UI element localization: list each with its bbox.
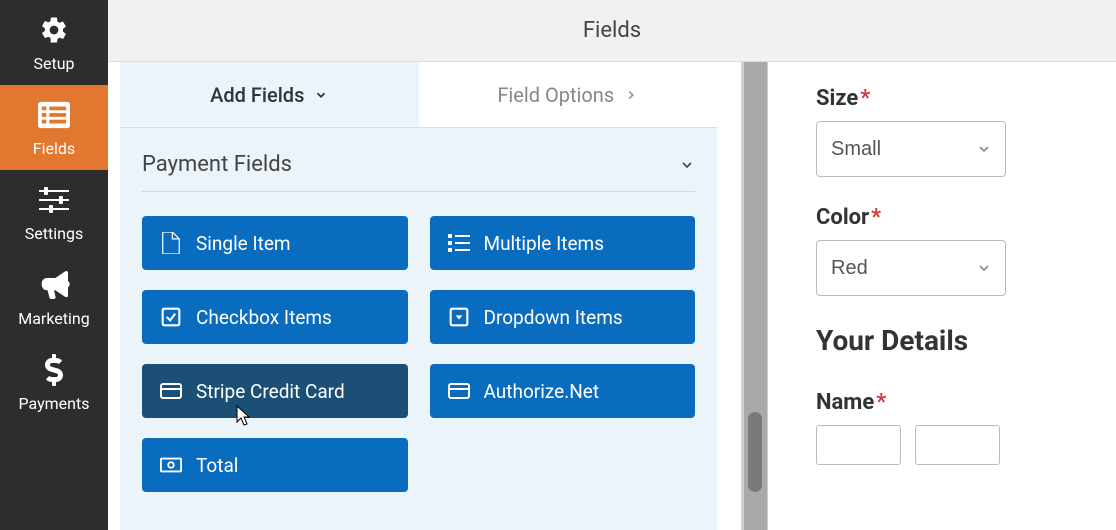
sidebar: Setup Fields Settings Marketing Payments: [0, 0, 108, 530]
sidebar-item-fields[interactable]: Fields: [0, 85, 108, 170]
field-multiple-items[interactable]: Multiple Items: [430, 216, 696, 270]
scrollbar[interactable]: [744, 62, 768, 530]
mouse-cursor-icon: [232, 404, 250, 428]
list-icon: [448, 232, 470, 254]
sidebar-item-label: Fields: [33, 139, 75, 158]
section-title: Payment Fields: [142, 152, 292, 177]
form-group-size: Size* Small: [816, 86, 1076, 177]
builder-panel: Add Fields Field Options Paymen: [108, 62, 744, 530]
field-stripe-credit-card[interactable]: Stripe Credit Card: [142, 364, 408, 418]
sidebar-item-setup[interactable]: Setup: [0, 0, 108, 85]
money-icon: [160, 454, 182, 476]
chevron-down-icon: [679, 157, 695, 173]
sidebar-item-label: Marketing: [18, 309, 89, 328]
dollar-icon: [38, 354, 70, 386]
dropdown-icon: [448, 306, 470, 328]
sidebar-item-label: Payments: [18, 394, 89, 413]
page-title: Fields: [583, 18, 641, 43]
workspace: Add Fields Field Options Paymen: [108, 62, 1116, 530]
sidebar-item-payments[interactable]: Payments: [0, 340, 108, 425]
field-dropdown-items[interactable]: Dropdown Items: [430, 290, 696, 344]
topbar: Fields: [108, 0, 1116, 62]
credit-card-icon: [160, 380, 182, 402]
field-label: Dropdown Items: [484, 306, 623, 329]
color-label: Color*: [816, 205, 1076, 230]
tabs: Add Fields Field Options: [120, 62, 717, 128]
sidebar-item-settings[interactable]: Settings: [0, 170, 108, 255]
name-first-input[interactable]: [816, 425, 901, 465]
bullhorn-icon: [38, 269, 70, 301]
size-select[interactable]: Small: [816, 121, 1006, 177]
file-icon: [160, 232, 182, 254]
sidebar-item-label: Settings: [25, 224, 83, 243]
section-payment-fields[interactable]: Payment Fields: [142, 152, 695, 192]
size-label: Size*: [816, 86, 1076, 111]
gear-icon: [38, 14, 70, 46]
name-label: Name*: [816, 390, 1076, 415]
checkbox-icon: [160, 306, 182, 328]
required-asterisk: *: [876, 390, 886, 415]
field-label: Stripe Credit Card: [196, 380, 345, 403]
form-group-color: Color* Red: [816, 205, 1076, 296]
tab-label: Field Options: [497, 83, 614, 107]
field-label: Multiple Items: [484, 232, 605, 255]
color-select[interactable]: Red: [816, 240, 1006, 296]
main: Fields Add Fields Field Options: [108, 0, 1116, 530]
field-label: Checkbox Items: [196, 306, 332, 329]
field-checkbox-items[interactable]: Checkbox Items: [142, 290, 408, 344]
tab-label: Add Fields: [210, 83, 304, 107]
field-label: Total: [196, 454, 238, 477]
field-label: Single Item: [196, 232, 291, 255]
chevron-down-icon: [314, 88, 328, 102]
field-authorize-net[interactable]: Authorize.Net: [430, 364, 696, 418]
sidebar-item-marketing[interactable]: Marketing: [0, 255, 108, 340]
required-asterisk: *: [871, 205, 881, 230]
required-asterisk: *: [860, 86, 870, 111]
credit-card-icon: [448, 380, 470, 402]
your-details-heading: Your Details: [816, 324, 1076, 358]
field-grid: Single Item Multiple Items: [142, 216, 695, 492]
tab-add-fields[interactable]: Add Fields: [120, 62, 419, 127]
tab-field-options[interactable]: Field Options: [419, 62, 718, 127]
panel-body: Payment Fields Single Item: [120, 128, 717, 530]
sidebar-item-label: Setup: [33, 54, 74, 73]
form-group-name: Name*: [816, 390, 1076, 465]
field-label: Authorize.Net: [484, 380, 600, 403]
chevron-right-icon: [624, 88, 638, 102]
field-single-item[interactable]: Single Item: [142, 216, 408, 270]
form-preview: Size* Small Color* Red: [768, 62, 1116, 530]
sliders-icon: [38, 184, 70, 216]
field-total[interactable]: Total: [142, 438, 408, 492]
name-last-input[interactable]: [915, 425, 1000, 465]
form-icon: [38, 99, 70, 131]
